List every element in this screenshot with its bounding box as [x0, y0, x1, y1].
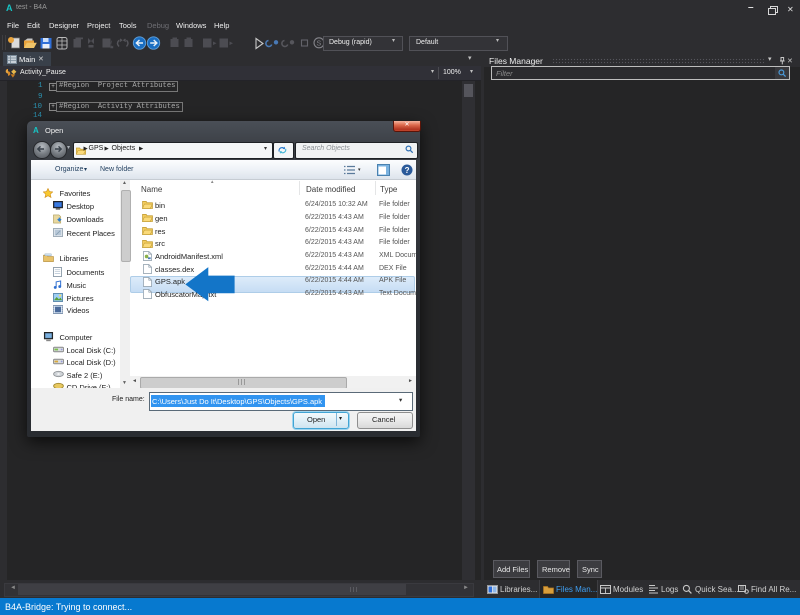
svg-text:?: ?: [405, 166, 410, 175]
svg-text:S: S: [317, 41, 322, 48]
